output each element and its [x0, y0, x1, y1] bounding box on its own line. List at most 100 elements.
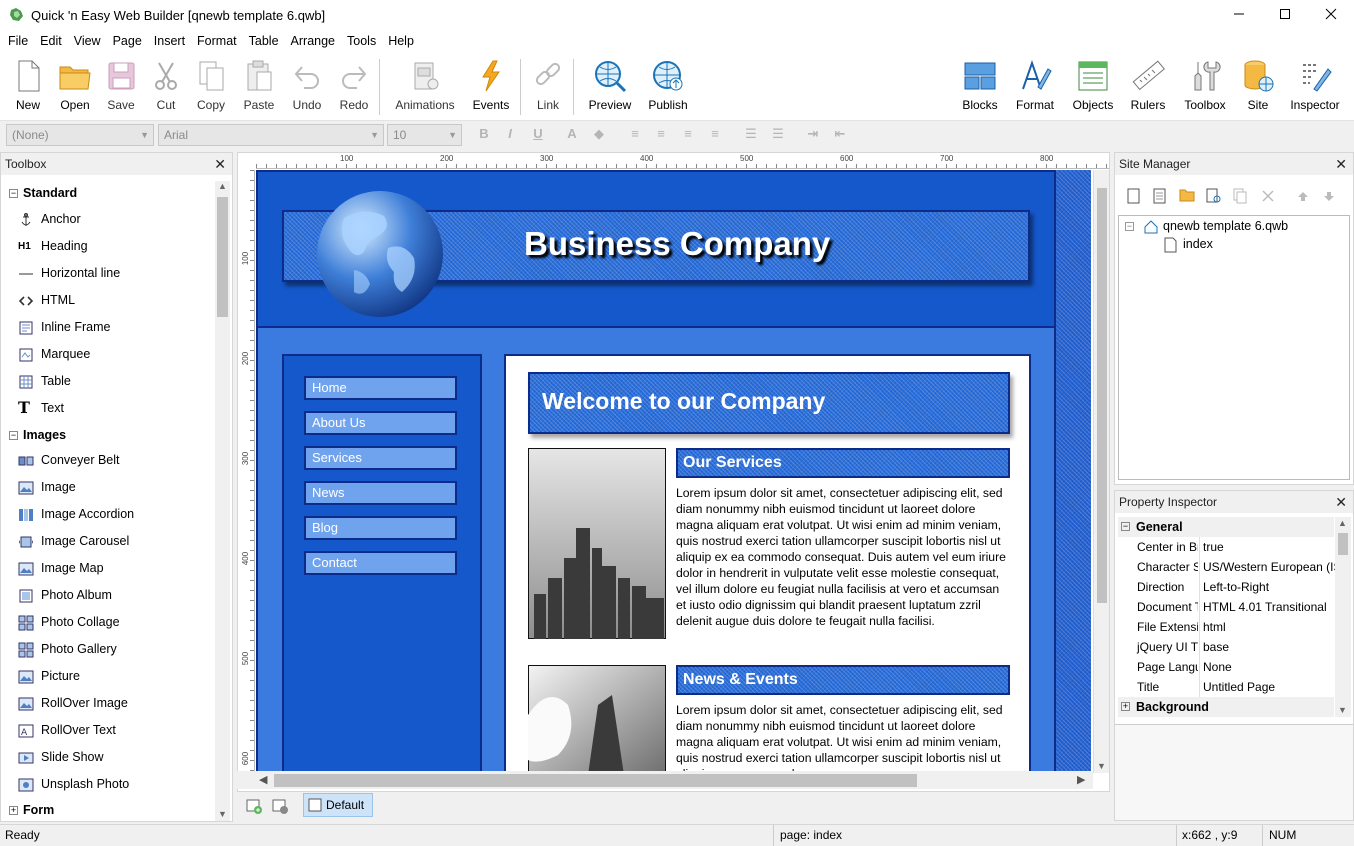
tool-rollover-image[interactable]: RollOver Image [1, 690, 213, 717]
move-up-icon[interactable] [1297, 190, 1309, 202]
nav-about[interactable]: About Us [304, 411, 457, 435]
tool-picture[interactable]: Picture [1, 663, 213, 690]
group-background[interactable]: + Background [1118, 697, 1334, 717]
prop-row[interactable]: jQuery UI Tl base [1118, 637, 1334, 657]
format-button[interactable]: Format [1009, 59, 1061, 119]
tool-heading[interactable]: H1 Heading [1, 233, 213, 260]
menu-format[interactable]: Format [191, 31, 243, 51]
tool-horizontal-line[interactable]: Horizontal line [1, 260, 213, 287]
outdent-button[interactable]: ⇤ [830, 126, 850, 144]
objects-button[interactable]: Objects [1067, 59, 1119, 119]
page-node-index[interactable]: index [1183, 237, 1213, 251]
numbered-list-button[interactable]: ☰ [768, 126, 788, 144]
tool-unsplash-photo[interactable]: Unsplash Photo [1, 771, 213, 798]
scroll-up-icon[interactable]: ▲ [1338, 518, 1347, 528]
tool-table[interactable]: Table [1, 368, 213, 395]
skyscraper-image[interactable] [528, 665, 666, 773]
tool-photo-collage[interactable]: Photo Collage [1, 609, 213, 636]
link-button[interactable]: Link [522, 59, 574, 119]
tool-image-accordion[interactable]: Image Accordion [1, 501, 213, 528]
scroll-down-icon[interactable]: ▼ [218, 809, 227, 819]
nav-services[interactable]: Services [304, 446, 457, 470]
tool-inline-frame[interactable]: Inline Frame [1, 314, 213, 341]
tool-photo-gallery[interactable]: Photo Gallery [1, 636, 213, 663]
italic-button[interactable]: I [500, 126, 520, 144]
nav-contact[interactable]: Contact [304, 551, 457, 575]
rulers-button[interactable]: Rulers [1122, 59, 1174, 119]
justify-button[interactable]: ≡ [705, 126, 725, 144]
blocks-button[interactable]: Blocks [954, 59, 1006, 119]
copy-button[interactable]: Copy [185, 59, 237, 119]
prop-row[interactable]: Direction Left-to-Right [1118, 577, 1334, 597]
font-size-select[interactable]: 10 ▼ [387, 124, 462, 146]
tool-image[interactable]: Image [1, 474, 213, 501]
style-select[interactable]: (None) ▼ [6, 124, 154, 146]
move-down-icon[interactable] [1323, 190, 1335, 202]
menu-file[interactable]: File [2, 31, 34, 51]
prop-value[interactable]: true [1203, 537, 1337, 557]
scrollbar-thumb[interactable] [274, 774, 917, 787]
scroll-right-icon[interactable]: ▶ [1077, 773, 1085, 786]
bullet-list-button[interactable]: ☰ [741, 126, 761, 144]
page-properties-icon[interactable] [271, 797, 289, 815]
redo-button[interactable]: Redo [328, 59, 380, 119]
inspector-scrollbar[interactable]: ▲ ▼ [1335, 517, 1351, 717]
site-root-node[interactable]: qnewb template 6.qwb [1163, 219, 1288, 233]
tool-anchor[interactable]: Anchor [1, 206, 213, 233]
align-center-button[interactable]: ≡ [651, 126, 671, 144]
font-select[interactable]: Arial ▼ [158, 124, 384, 146]
fill-color-button[interactable]: ◆ [589, 126, 609, 144]
delete-icon[interactable] [1261, 189, 1275, 203]
globe-image[interactable] [314, 188, 446, 320]
menu-table[interactable]: Table [243, 31, 285, 51]
tool-image-carousel[interactable]: Image Carousel [1, 528, 213, 555]
prop-row[interactable]: Page Langu None [1118, 657, 1334, 677]
scroll-down-icon[interactable]: ▼ [1097, 761, 1106, 771]
text-color-button[interactable]: A [562, 126, 582, 144]
scroll-left-icon[interactable]: ◀ [259, 773, 267, 786]
underline-button[interactable]: U [528, 126, 548, 144]
scrollbar-thumb[interactable] [217, 197, 228, 317]
close-icon[interactable]: ✕ [214, 153, 226, 175]
new-button[interactable]: New [2, 59, 54, 119]
nav-blog[interactable]: Blog [304, 516, 457, 540]
canvas-horizontal-scrollbar[interactable]: ◀ ▶ [237, 771, 1093, 789]
copy-icon[interactable] [1233, 188, 1247, 204]
scrollbar-thumb[interactable] [1097, 188, 1107, 603]
tool-text[interactable]: T Text [1, 395, 213, 422]
paste-button[interactable]: Paste [233, 59, 285, 119]
menu-help[interactable]: Help [382, 31, 420, 51]
nav-home[interactable]: Home [304, 376, 457, 400]
tool-slide-show[interactable]: Slide Show [1, 744, 213, 771]
open-button[interactable]: Open [49, 59, 101, 119]
collapse-icon[interactable]: − [1125, 222, 1134, 231]
category-form[interactable]: + Form [1, 798, 213, 822]
scrollbar-thumb[interactable] [1338, 533, 1348, 555]
bold-button[interactable]: B [474, 126, 494, 144]
prop-row[interactable]: Title Untitled Page [1118, 677, 1334, 697]
site-button[interactable]: Site [1232, 59, 1284, 119]
prop-value[interactable]: base [1203, 637, 1337, 657]
new-page-icon[interactable] [1127, 188, 1141, 204]
preview-button[interactable]: Preview [584, 59, 636, 119]
inspector-button[interactable]: Inspector [1287, 59, 1343, 119]
group-general[interactable]: − General [1118, 517, 1334, 537]
maximize-button[interactable] [1262, 0, 1308, 31]
nav-news[interactable]: News [304, 481, 457, 505]
align-left-button[interactable]: ≡ [625, 126, 645, 144]
toolbox-scrollbar[interactable]: ▲ ▼ [215, 181, 230, 821]
undo-button[interactable]: Undo [281, 59, 333, 119]
menu-page[interactable]: Page [107, 31, 148, 51]
menu-insert[interactable]: Insert [148, 31, 191, 51]
close-button[interactable] [1308, 0, 1354, 31]
prop-value[interactable]: HTML 4.01 Transitional [1203, 597, 1337, 617]
prop-value[interactable]: Untitled Page [1203, 677, 1337, 697]
prop-value[interactable]: html [1203, 617, 1337, 637]
prop-value[interactable]: Left-to-Right [1203, 577, 1337, 597]
tool-marquee[interactable]: Marquee [1, 341, 213, 368]
prop-value[interactable]: None [1203, 657, 1337, 677]
body-block[interactable]: Home About Us Services News Blog Contact… [256, 326, 1056, 773]
menu-view[interactable]: View [68, 31, 107, 51]
tool-conveyer-belt[interactable]: Conveyer Belt [1, 447, 213, 474]
tab-default[interactable]: Default [303, 793, 373, 817]
